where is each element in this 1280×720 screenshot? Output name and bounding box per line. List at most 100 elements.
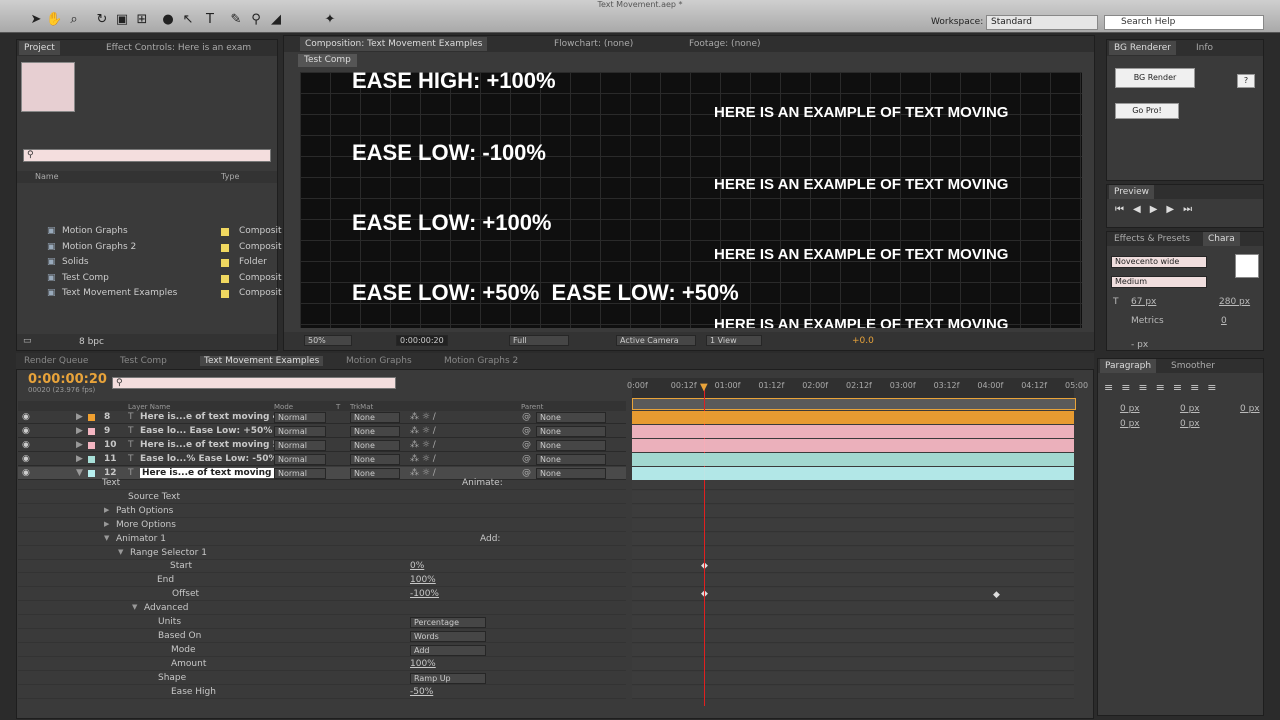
tab-smoother[interactable]: Smoother — [1166, 359, 1220, 373]
layer-label-color[interactable] — [88, 414, 95, 421]
project-item[interactable]: ▣ Text Movement Examples Composit — [39, 288, 295, 302]
search-help-input[interactable]: Search Help — [1104, 15, 1264, 30]
layer-row[interactable]: ◉ ▶ 10 T Here is...e of text moving 5 Normal N… — [18, 439, 626, 452]
pen-tool-icon[interactable]: ↖ — [180, 12, 196, 28]
layer-track-bar[interactable] — [632, 411, 1074, 424]
timeline-tab[interactable]: Motion Graphs — [346, 356, 412, 366]
timeline-tab[interactable]: Motion Graphs 2 — [444, 356, 518, 366]
expand-icon[interactable]: ▼ — [118, 548, 123, 556]
property-name[interactable]: End — [157, 575, 174, 585]
tab-preview[interactable]: Preview — [1109, 185, 1155, 199]
property-name[interactable]: Source Text — [128, 492, 180, 502]
timeline-time-display[interactable]: 0:00:00:20 — [28, 372, 107, 387]
label-color[interactable] — [221, 228, 229, 236]
property-name[interactable]: Offset — [172, 589, 199, 599]
layer-label-color[interactable] — [88, 470, 95, 477]
resolution-select[interactable]: Full — [509, 335, 569, 346]
layer-row[interactable]: ◉ ▶ 11 T Ease lo...% Ease Low: -50% Normal Non… — [18, 453, 626, 466]
offset-keyframe-icon[interactable]: ◆ — [993, 590, 1000, 600]
rotate-tool-icon[interactable]: ↻ — [94, 12, 110, 28]
indent-left-value[interactable]: 0 px — [1120, 404, 1140, 414]
property-name[interactable]: Animator 1 — [116, 534, 166, 544]
hand-tool-icon[interactable]: ✋ — [46, 12, 62, 28]
exposure-value[interactable]: +0.0 — [852, 336, 874, 346]
switches-icon[interactable]: ⁂ ☼ ∕ — [410, 412, 436, 422]
layer-name[interactable]: Ease lo... Ease Low: +50% — [140, 426, 272, 436]
label-color[interactable] — [221, 259, 229, 267]
playhead-icon[interactable]: ▼ — [700, 382, 708, 393]
col-t[interactable]: T — [336, 403, 340, 411]
mask-tool-icon[interactable]: ● — [160, 12, 176, 28]
add-menu[interactable]: Animate: — [462, 478, 503, 488]
layer-name[interactable]: Here is...e of text moving 5 — [140, 440, 279, 450]
expand-icon[interactable]: ▶ — [104, 520, 109, 528]
indent-value[interactable]: - px — [1131, 340, 1148, 350]
layer-track-bar[interactable] — [632, 467, 1074, 480]
layer-mode-select[interactable]: Normal — [274, 412, 326, 423]
expand-icon[interactable]: ▶ — [104, 506, 109, 514]
project-item[interactable]: ▣ Solids Folder — [39, 257, 295, 271]
property-name[interactable]: Start — [170, 561, 192, 571]
expand-icon[interactable]: ▶ — [76, 412, 83, 422]
timeline-tab[interactable]: Test Comp — [120, 356, 167, 366]
expand-icon[interactable]: ▶ — [76, 426, 83, 436]
tab-effects-presets[interactable]: Effects & Presets — [1109, 232, 1195, 246]
work-area-bar[interactable] — [632, 398, 1076, 410]
brush-tool-icon[interactable]: ✎ — [228, 12, 244, 28]
property-value[interactable]: -100% — [410, 589, 439, 599]
comp-time-display[interactable]: 0:00:00:20 — [396, 335, 448, 346]
parent-pickwhip-icon[interactable]: @ — [522, 412, 531, 422]
leading-value[interactable]: 280 px — [1219, 297, 1250, 307]
property-value[interactable]: 0% — [410, 561, 424, 571]
eye-icon[interactable]: ◉ — [22, 454, 30, 464]
bpc-label[interactable]: 8 bpc — [79, 337, 104, 347]
fill-color-swatch[interactable] — [1235, 254, 1259, 278]
parent-pickwhip-icon[interactable]: @ — [522, 440, 531, 450]
timeline-tab[interactable]: Render Queue — [24, 356, 88, 366]
timeline-search-input[interactable]: ⚲ — [112, 377, 396, 389]
property-name[interactable]: Amount — [171, 659, 206, 669]
switches-icon[interactable]: ⁂ ☼ ∕ — [410, 440, 436, 450]
tab-composition[interactable]: Composition: Text Movement Examples — [300, 37, 488, 51]
project-item[interactable]: ▣ Motion Graphs Composit — [39, 226, 295, 240]
property-name[interactable]: Ease High — [171, 687, 216, 697]
property-name[interactable]: Based On — [158, 631, 201, 641]
project-search-input[interactable]: ⚲ — [23, 149, 271, 162]
label-color[interactable] — [221, 243, 229, 252]
property-name[interactable]: Advanced — [144, 603, 188, 613]
layer-parent-select[interactable]: None — [536, 440, 606, 451]
indent-first-value[interactable]: 0 px — [1240, 404, 1260, 414]
tab-flowchart[interactable]: Flowchart: (none) — [549, 37, 638, 51]
col-layer-name[interactable]: Layer Name — [128, 403, 170, 411]
layer-label-color[interactable] — [88, 456, 95, 463]
type-tool-icon[interactable]: T — [202, 12, 218, 28]
clone-tool-icon[interactable]: ⚲ — [248, 12, 264, 28]
workspace-select[interactable]: Standard — [986, 15, 1098, 30]
camera-tool-icon[interactable]: ▣ — [114, 12, 130, 28]
pan-behind-tool-icon[interactable]: ⊞ — [134, 12, 150, 28]
parent-pickwhip-icon[interactable]: @ — [522, 454, 531, 464]
preview-controls[interactable]: ⏮◀▶▶⏭ — [1115, 204, 1201, 215]
property-name[interactable]: Shape — [158, 673, 186, 683]
tab-effect-controls[interactable]: Effect Controls: Here is an exam — [101, 41, 251, 55]
col-name[interactable]: Name — [35, 172, 59, 181]
puppet-tool-icon[interactable]: ✦ — [322, 12, 338, 28]
tab-paragraph[interactable]: Paragraph — [1100, 359, 1157, 373]
property-name[interactable]: Text — [102, 478, 120, 488]
layer-parent-select[interactable]: None — [536, 412, 606, 423]
layer-parent-select[interactable]: None — [536, 454, 606, 465]
col-mode[interactable]: Mode — [274, 403, 293, 411]
space-before-value[interactable]: 0 px — [1120, 419, 1140, 429]
property-value[interactable]: -50% — [410, 687, 433, 697]
eye-icon[interactable]: ◉ — [22, 426, 30, 436]
col-parent[interactable]: Parent — [521, 403, 543, 411]
eraser-tool-icon[interactable]: ◢ — [268, 12, 284, 28]
comp-viewer[interactable]: EASE HIGH: +100% HERE IS AN EXAMPLE OF T… — [300, 72, 1082, 328]
go-pro-button[interactable]: Go Pro! — [1115, 103, 1179, 119]
property-select[interactable]: Percentage — [410, 617, 486, 628]
font-size-value[interactable]: 67 px — [1131, 297, 1156, 307]
font-style-select[interactable]: Medium — [1111, 276, 1207, 288]
comp-subtab[interactable]: Test Comp — [298, 54, 357, 67]
add-menu[interactable]: Add: — [480, 534, 500, 544]
layer-track-bar[interactable] — [632, 439, 1074, 452]
